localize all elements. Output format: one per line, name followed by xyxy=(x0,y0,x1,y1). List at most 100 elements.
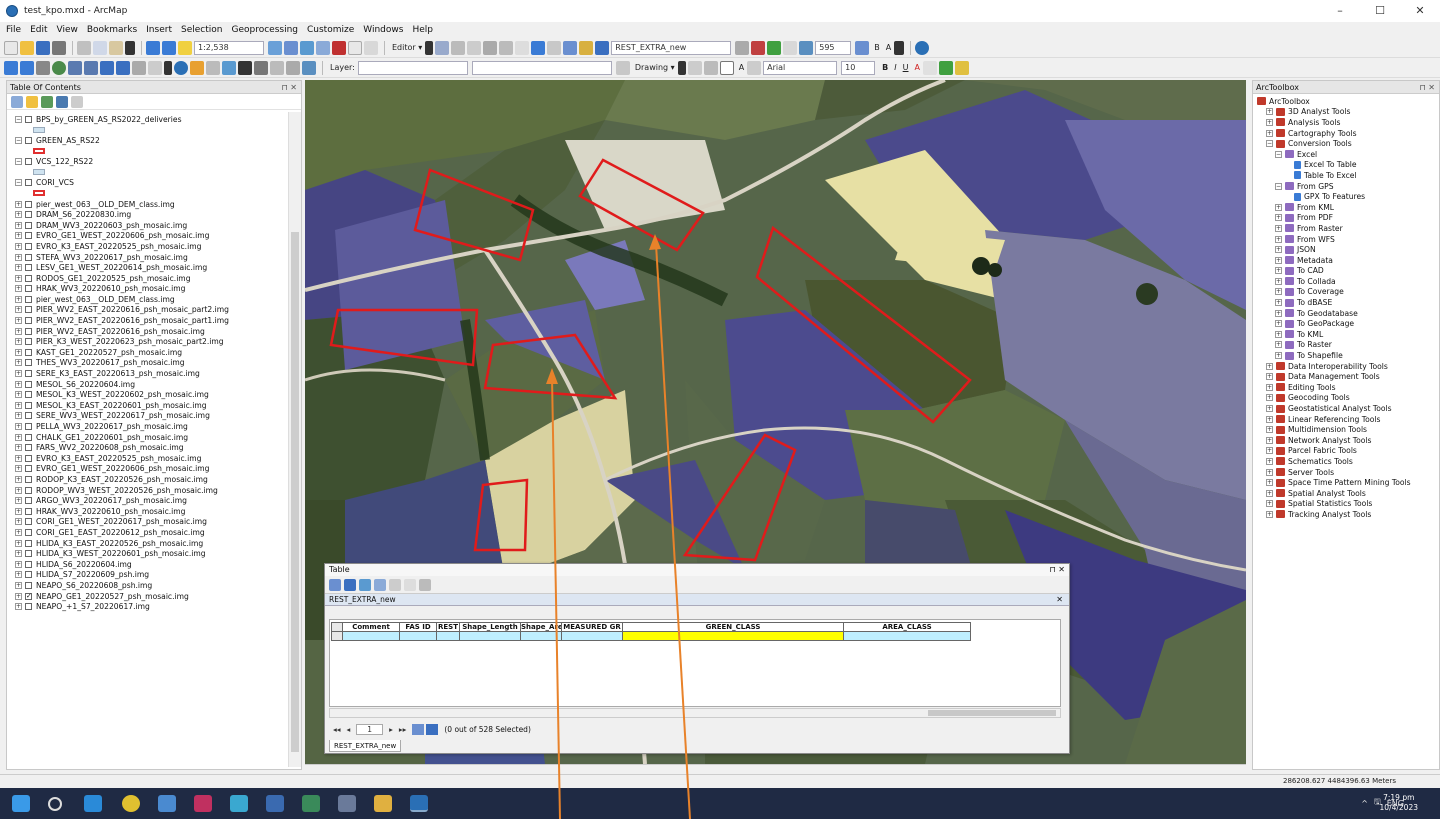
layer-visibility-checkbox[interactable] xyxy=(25,179,32,187)
font-color-format[interactable]: A xyxy=(886,43,891,52)
zoom-in-icon[interactable] xyxy=(4,60,18,75)
toolset-item[interactable]: + JSON xyxy=(1253,244,1439,255)
reshape-icon[interactable] xyxy=(499,40,514,55)
expand-toggle-icon[interactable]: + xyxy=(15,264,22,272)
catalog-window-icon[interactable] xyxy=(300,40,314,55)
menu-help[interactable]: Help xyxy=(412,25,433,35)
image-analysis-icon[interactable] xyxy=(855,40,870,55)
edge-browser-icon[interactable] xyxy=(84,795,102,812)
toolset-item[interactable]: + To dBASE xyxy=(1253,297,1439,308)
app-icon[interactable] xyxy=(338,795,356,812)
rotate-tool-icon[interactable] xyxy=(547,40,562,55)
edit-vertices-icon[interactable] xyxy=(483,40,498,55)
layer-visibility-checkbox[interactable] xyxy=(25,380,32,388)
expand-toggle-icon[interactable]: + xyxy=(15,603,22,611)
list-by-source-icon[interactable] xyxy=(26,95,38,108)
table-cell[interactable] xyxy=(436,631,460,641)
toc-layer-item[interactable]: + RODOP_WV3_WEST_20220526_psh_mosaic.img xyxy=(7,485,289,496)
toc-layer-item[interactable]: + HLIDA_S6_20220604.img xyxy=(7,559,289,570)
expand-toggle-icon[interactable]: + xyxy=(1266,436,1273,444)
toc-layer-item[interactable]: − VCS_122_RS22 xyxy=(7,156,289,167)
toc-layer-item[interactable]: + HLIDA_S7_20220609_psh.img xyxy=(7,570,289,581)
toolset-item[interactable]: − Excel xyxy=(1253,149,1439,160)
toolbox-item[interactable]: + Server Tools xyxy=(1253,467,1439,478)
expand-toggle-icon[interactable]: + xyxy=(15,242,22,250)
show-selected-records-icon[interactable] xyxy=(426,723,439,735)
expand-toggle-icon[interactable]: + xyxy=(15,380,22,388)
font-size-icon[interactable] xyxy=(894,40,905,55)
layer-visibility-checkbox[interactable] xyxy=(25,391,32,399)
toc-layer-item[interactable]: + PIER_WV2_EAST_20220616_psh_mosaic_part2… xyxy=(7,305,289,316)
toc-layer-item[interactable]: + EVRO_K3_EAST_20220525_psh_mosaic.img xyxy=(7,241,289,252)
editor-menu[interactable]: Editor ▾ xyxy=(392,43,422,52)
map-scale-combo[interactable]: 1:2,538 xyxy=(194,40,264,55)
georeference-icon[interactable] xyxy=(615,60,630,75)
show-all-records-icon[interactable] xyxy=(412,723,425,735)
expand-toggle-icon[interactable]: + xyxy=(1266,510,1273,518)
fill-color-icon[interactable] xyxy=(922,60,937,75)
layer-visibility-checkbox[interactable] xyxy=(25,454,32,462)
editor-toolbar-icon[interactable] xyxy=(268,40,282,55)
maximize-button[interactable]: ☐ xyxy=(1360,0,1400,22)
delete-icon[interactable] xyxy=(125,40,135,55)
search-window-icon[interactable] xyxy=(316,40,330,55)
cut-icon[interactable] xyxy=(77,40,91,55)
line-color-icon[interactable] xyxy=(938,60,953,75)
tray-overflow-icon[interactable]: ^ xyxy=(1361,799,1368,808)
toolbox-item[interactable]: + Geostatistical Analyst Tools xyxy=(1253,403,1439,414)
layer-combo[interactable] xyxy=(357,60,468,75)
layer-visibility-checkbox[interactable] xyxy=(25,528,32,536)
arctoolbox-pin-close-icon[interactable]: ⊓ ✕ xyxy=(1420,81,1436,94)
toc-layer-item[interactable]: + HRAK_WV3_20220610_psh_mosaic.img xyxy=(7,506,289,517)
toc-scrollbar[interactable] xyxy=(288,112,301,767)
toc-layer-item[interactable]: + EVRO_GE1_WEST_20220606_psh_mosaic.img xyxy=(7,464,289,475)
layer-visibility-checkbox[interactable] xyxy=(25,539,32,547)
toolbox-item[interactable]: − Conversion Tools xyxy=(1253,138,1439,149)
layer-visibility-checkbox[interactable] xyxy=(25,581,32,589)
expand-toggle-icon[interactable]: + xyxy=(1275,214,1282,222)
expand-toggle-icon[interactable]: + xyxy=(1266,383,1273,391)
toc-layer-item[interactable]: + PIER_WV2_EAST_20220616_psh_mosaic_part1… xyxy=(7,315,289,326)
font-combo[interactable]: Arial xyxy=(763,60,838,75)
pan-icon[interactable] xyxy=(36,60,50,75)
toolset-item[interactable]: + To KML xyxy=(1253,329,1439,340)
italic-button[interactable]: I xyxy=(894,63,896,72)
table-scroll-thumb[interactable] xyxy=(928,710,1056,716)
expand-toggle-icon[interactable]: + xyxy=(1275,341,1282,349)
straight-segment-icon[interactable] xyxy=(451,40,466,55)
layer-visibility-checkbox[interactable] xyxy=(25,412,32,420)
layer-visibility-checkbox[interactable] xyxy=(25,359,32,367)
menu-edit[interactable]: Edit xyxy=(30,25,47,35)
zoom-out-icon[interactable] xyxy=(20,60,34,75)
table-options-icon[interactable] xyxy=(329,578,341,591)
menu-file[interactable]: File xyxy=(6,25,21,35)
toc-layer-item[interactable]: + MESOL_K3_EAST_20220601_psh_mosaic.img xyxy=(7,400,289,411)
layer-visibility-checkbox[interactable] xyxy=(25,348,32,356)
clear-selection-icon[interactable] xyxy=(148,60,162,75)
toc-layer-item[interactable]: + NEAPO_+1_S7_20220617.img xyxy=(7,601,289,612)
toc-layer-item[interactable]: + RODOP_K3_EAST_20220526_psh_mosaic.img xyxy=(7,474,289,485)
expand-toggle-icon[interactable]: + xyxy=(1275,246,1282,254)
table-cell[interactable] xyxy=(843,631,971,641)
app-icon[interactable] xyxy=(194,795,212,812)
toc-layer-item[interactable]: + EVRO_GE1_WEST_20220606_psh_mosaic.img xyxy=(7,231,289,242)
expand-toggle-icon[interactable]: + xyxy=(1266,457,1273,465)
toolset-item[interactable]: + From Raster xyxy=(1253,223,1439,234)
layer-visibility-checkbox[interactable] xyxy=(25,465,32,473)
clear-selection-icon[interactable] xyxy=(389,578,401,591)
file-explorer-icon[interactable] xyxy=(374,795,392,812)
toc-layer-item[interactable]: + CORI_GE1_EAST_20220612_psh_mosaic.img xyxy=(7,527,289,538)
edit-vertices-icon[interactable] xyxy=(747,60,762,75)
expand-toggle-icon[interactable]: + xyxy=(1266,405,1273,413)
add-layer-icon[interactable] xyxy=(767,40,782,55)
app-icon[interactable] xyxy=(302,795,320,812)
toolset-item[interactable]: + To Raster xyxy=(1253,340,1439,351)
expand-toggle-icon[interactable]: + xyxy=(15,507,22,515)
app-icon[interactable] xyxy=(266,795,284,812)
expand-toggle-icon[interactable]: + xyxy=(1266,468,1273,476)
expand-toggle-icon[interactable]: + xyxy=(1266,415,1273,423)
options-icon[interactable] xyxy=(71,95,83,108)
add-data-icon[interactable] xyxy=(178,40,192,55)
toc-layer-item[interactable]: + SERE_K3_EAST_20220613_psh_mosaic.img xyxy=(7,368,289,379)
expand-toggle-icon[interactable]: + xyxy=(15,465,22,473)
